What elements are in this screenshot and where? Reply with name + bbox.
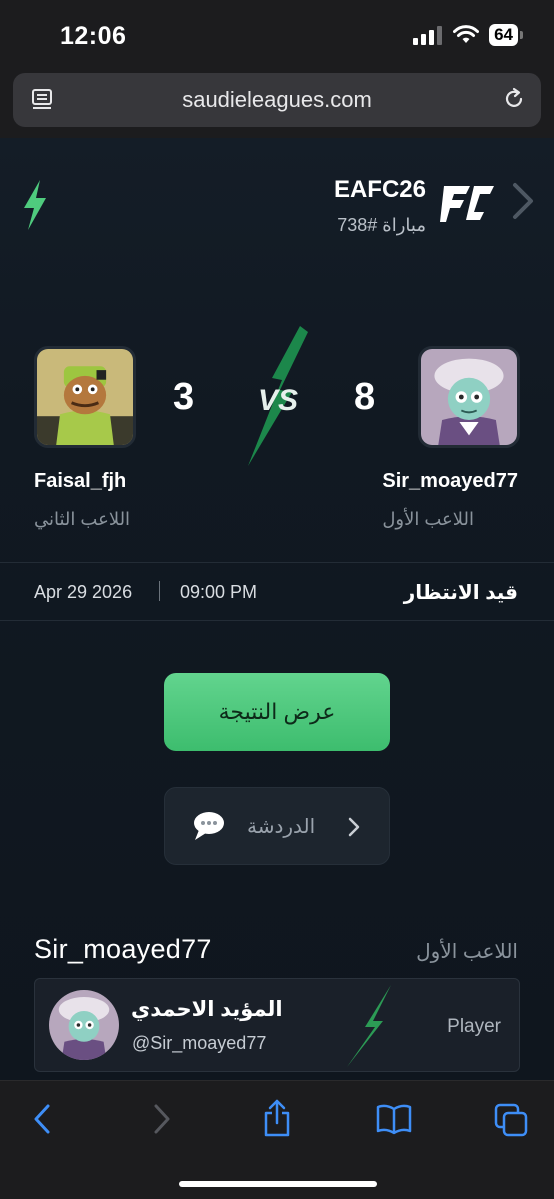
wifi-icon <box>453 25 480 43</box>
player-one-avatar[interactable] <box>418 346 520 448</box>
address-bar[interactable]: saudieleagues.com <box>13 73 541 127</box>
signal-icon <box>413 26 443 45</box>
section-player-username: Sir_moayed77 <box>34 934 212 964</box>
url-text: saudieleagues.com <box>182 87 372 112</box>
forward-icon[interactable] <box>152 1103 172 1135</box>
profile-type: Player <box>447 1016 501 1037</box>
tabs-icon[interactable] <box>494 1103 528 1137</box>
bookmarks-icon[interactable] <box>376 1103 412 1135</box>
game-title: EAFC26 <box>333 176 426 203</box>
divider <box>0 562 554 563</box>
next-chevron-icon[interactable] <box>512 182 534 220</box>
vs-logo-icon: VS <box>248 326 308 466</box>
match-date: Apr 29 2026 <box>34 582 133 602</box>
match-page: EAFC26 مباراة #738 3 VS 8 Faisal_fjh Sir… <box>0 138 554 1080</box>
chevron-left-icon <box>348 817 360 837</box>
player-one-name[interactable]: Sir_moayed77 <box>382 470 518 493</box>
share-icon[interactable] <box>262 1099 292 1137</box>
player-two-score: 3 <box>173 376 195 418</box>
match-number: مباراة #738 <box>337 215 426 235</box>
chat-label: الدردشة <box>247 816 316 838</box>
date-time-separator <box>159 581 160 601</box>
back-icon[interactable] <box>32 1103 52 1135</box>
status-time: 12:06 <box>60 22 127 50</box>
player-two-avatar-image <box>37 349 133 445</box>
reload-icon[interactable] <box>501 86 527 112</box>
chat-button[interactable]: الدردشة <box>164 787 390 865</box>
home-indicator <box>179 1181 377 1187</box>
player-one-avatar-image <box>421 349 517 445</box>
fc-logo-icon <box>440 186 494 222</box>
status-icons: 64 <box>413 24 523 46</box>
browser-toolbar <box>0 1080 554 1199</box>
browser-chrome: saudieleagues.com <box>0 72 554 138</box>
battery-indicator: 64 <box>489 24 523 46</box>
match-time: 09:00 PM <box>180 582 258 602</box>
bolt-icon <box>347 985 391 1067</box>
view-result-button[interactable]: عرض النتيجة <box>164 673 390 751</box>
vs-label: VS <box>258 384 298 417</box>
player-two-name[interactable]: Faisal_fjh <box>34 470 126 493</box>
player-one-score: 8 <box>354 376 376 418</box>
profile-display-name: المؤيد الاحمدي <box>131 998 283 1021</box>
profile-avatar <box>49 990 119 1060</box>
player-profile-card[interactable]: المؤيد الاحمدي @Sir_moayed77 Player <box>34 978 520 1072</box>
speech-bubble-icon <box>194 812 224 840</box>
status-bar: 12:06 64 <box>0 0 554 72</box>
bolt-icon <box>24 180 46 230</box>
player-one-role: اللاعب الأول <box>382 509 474 529</box>
match-status: قيد الانتظار <box>403 582 518 604</box>
profile-handle: @Sir_moayed77 <box>132 1033 267 1053</box>
player-two-avatar[interactable] <box>34 346 136 448</box>
divider <box>0 620 554 621</box>
player-two-role: اللاعب الثاني <box>34 509 131 529</box>
section-player-role: اللاعب الأول <box>416 941 518 963</box>
